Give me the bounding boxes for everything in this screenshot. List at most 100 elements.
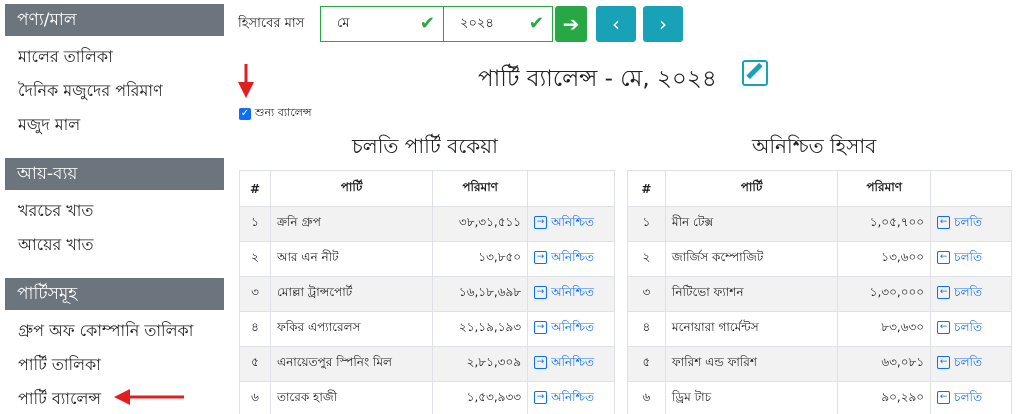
annotation-arrow-down-icon: [238, 64, 254, 98]
table-row: ১ মীন টেক্স ১,০৫,৭০০ ← চলতি: [627, 206, 1012, 242]
amount-value: ১৩,৮৫০: [432, 241, 529, 277]
current-dues-table: # পার্টি পরিমাণ ১ ক্রনি গ্রুপ ৩৮,৩১,৫১১ → অন…: [239, 170, 615, 414]
row-number: ১: [239, 206, 271, 242]
mark-current-button[interactable]: ← চলতি: [930, 206, 1012, 242]
sidebar-item-income-heads[interactable]: আয়ের খাত: [0, 228, 224, 262]
amount-value: ২,৮১,৩০৯: [432, 346, 529, 382]
mark-current-button[interactable]: ← চলতি: [930, 311, 1012, 347]
col-header-amount: পরিমাণ: [432, 170, 529, 207]
valid-check-icon: ✔: [528, 13, 544, 34]
mark-uncertain-button[interactable]: → অনিশ্চিত: [527, 381, 615, 414]
party-name: ফকির এপ্যারেলস: [269, 311, 434, 347]
prev-month-button[interactable]: ‹: [596, 6, 636, 42]
sidebar-item-product-list[interactable]: মালের তালিকা: [0, 40, 224, 74]
action-label: চলতি: [954, 250, 982, 264]
sidebar-item-party-list[interactable]: পার্টি তালিকা: [0, 348, 224, 382]
sidebar-section-income-expense: আয়-ব্যয়: [5, 158, 224, 190]
table-row: ৪ মনোয়ারা গার্মেন্টস ৮৩,৬৩০ ← চলতি: [627, 311, 1012, 347]
move-left-icon: ←: [937, 286, 951, 299]
move-right-icon: →: [534, 356, 548, 369]
zero-balance-label: শুন্য ব্যালেন্স: [255, 106, 312, 119]
arrow-right-icon: ➔: [562, 12, 580, 36]
mark-current-button[interactable]: ← চলতি: [930, 241, 1012, 277]
move-right-icon: →: [534, 321, 548, 334]
sidebar-item-daily-stock[interactable]: দৈনিক মজুদের পরিমাণ: [0, 74, 224, 108]
mark-current-button[interactable]: ← চলতি: [930, 381, 1012, 414]
action-label: অনিশ্চিত: [551, 390, 595, 404]
party-name: আর এন নীট: [269, 241, 434, 277]
party-name: ক্রনি গ্রুপ: [269, 206, 434, 242]
table-row: ৬ ড্রিম টাচ ৯০,২৯০ ← চলতি: [627, 381, 1012, 414]
table-row: ৩ নিটিভো ফ্যাশন ১,৩০,০০০ ← চলতি: [627, 276, 1012, 312]
sidebar-item-stock[interactable]: মজুদ মাল: [0, 108, 224, 142]
action-label: চলতি: [954, 320, 982, 334]
mark-uncertain-button[interactable]: → অনিশ্চিত: [527, 241, 615, 277]
sidebar-section-products: পণ্য/মাল: [5, 4, 224, 36]
action-label: অনিশ্চিত: [551, 355, 595, 369]
sidebar-item-expense-heads[interactable]: খরচের খাত: [0, 194, 224, 228]
row-number: ৪: [627, 311, 666, 347]
move-right-icon: →: [534, 391, 548, 404]
move-left-icon: ←: [937, 251, 951, 264]
year-select[interactable]: ২০২৪ ✔: [443, 6, 553, 42]
month-label: হিসাবের মাস: [238, 16, 305, 31]
checkbox-checked-icon[interactable]: ✓: [239, 107, 251, 120]
table-row: ১ ক্রনি গ্রুপ ৩৮,৩১,৫১১ → অনিশ্চিত: [239, 206, 615, 242]
amount-value: ১,৫৩,৯৩৩: [432, 381, 529, 414]
amount-value: ৬৩,০৮১: [837, 346, 932, 382]
amount-value: ৯০,২৯০: [837, 381, 932, 414]
party-name: ফারিশ এন্ড ফারিশ: [664, 346, 839, 382]
sidebar-item-group-companies[interactable]: গ্রুপ অফ কোম্পানি তালিকা: [0, 314, 224, 348]
action-label: অনিশ্চিত: [551, 285, 595, 299]
table-row: ৬ তারেক হাজী ১,৫৩,৯৩৩ → অনিশ্চিত: [239, 381, 615, 414]
amount-value: ১,৩০,০০০: [837, 276, 932, 312]
year-value: ২০২৪: [460, 16, 494, 31]
mark-current-button[interactable]: ← চলতি: [930, 276, 1012, 312]
move-right-icon: →: [534, 216, 548, 229]
amount-value: ৮৩,৬৩০: [837, 311, 932, 347]
row-number: ৩: [239, 276, 271, 312]
action-label: চলতি: [954, 355, 982, 369]
mark-uncertain-button[interactable]: → অনিশ্চিত: [527, 206, 615, 242]
row-number: ৬: [239, 381, 271, 414]
amount-value: ১৩,৬০০: [837, 241, 932, 277]
col-header-party: পার্টি: [269, 170, 434, 207]
amount-value: ১,০৫,৭০০: [837, 206, 932, 242]
move-left-icon: ←: [937, 391, 951, 404]
chevron-left-icon: ‹: [612, 12, 620, 36]
mark-uncertain-button[interactable]: → অনিশ্চিত: [527, 276, 615, 312]
next-month-button[interactable]: ›: [643, 6, 683, 42]
go-button[interactable]: ➔: [555, 6, 587, 42]
current-dues-title: চলতি পার্টি বকেয়া: [352, 134, 498, 158]
move-left-icon: ←: [937, 216, 951, 229]
move-right-icon: →: [534, 251, 548, 264]
mark-uncertain-button[interactable]: → অনিশ্চিত: [527, 311, 615, 347]
table-row: ৫ এনায়েতপুর স্পিনিং মিল ২,৮১,৩০৯ → অনিশ্চিত: [239, 346, 615, 382]
uncertain-accounts-title: অনিশ্চিত হিসাব: [752, 134, 877, 158]
month-select[interactable]: মে ✔: [320, 6, 444, 42]
row-number: ৫: [627, 346, 666, 382]
move-left-icon: ←: [937, 321, 951, 334]
table-row: ৩ মোল্লা ট্রান্সপোর্ট ১৬,১৮,৬৯৮ → অনিশ্চিত: [239, 276, 615, 312]
table-row: ২ জার্জিস কম্পোজিট ১৩,৬০০ ← চলতি: [627, 241, 1012, 277]
action-label: চলতি: [954, 285, 982, 299]
edit-icon[interactable]: [742, 60, 768, 86]
party-name: মোল্লা ট্রান্সপোর্ট: [269, 276, 434, 312]
col-header-amount: পরিমাণ: [837, 170, 932, 207]
mark-current-button[interactable]: ← চলতি: [930, 346, 1012, 382]
annotation-arrow-left-icon: [114, 389, 184, 405]
table-row: ৫ ফারিশ এন্ড ফারিশ ৬৩,০৮১ ← চলতি: [627, 346, 1012, 382]
table-row: ৪ ফকির এপ্যারেলস ২১,১৯,১৯৩ → অনিশ্চিত: [239, 311, 615, 347]
sidebar-item-party-balance[interactable]: পার্টি ব্যালেন্স: [0, 382, 224, 414]
col-header-action: [930, 170, 1012, 207]
valid-check-icon: ✔: [419, 13, 435, 34]
col-header-no: #: [627, 170, 666, 207]
party-name: নিটিভো ফ্যাশন: [664, 276, 839, 312]
col-header-party: পার্টি: [664, 170, 839, 207]
row-number: ৪: [239, 311, 271, 347]
col-header-action: [527, 170, 615, 207]
zero-balance-toggle[interactable]: ✓ শুন্য ব্যালেন্স: [239, 104, 312, 123]
action-label: অনিশ্চিত: [551, 250, 595, 264]
mark-uncertain-button[interactable]: → অনিশ্চিত: [527, 346, 615, 382]
row-number: ৩: [627, 276, 666, 312]
